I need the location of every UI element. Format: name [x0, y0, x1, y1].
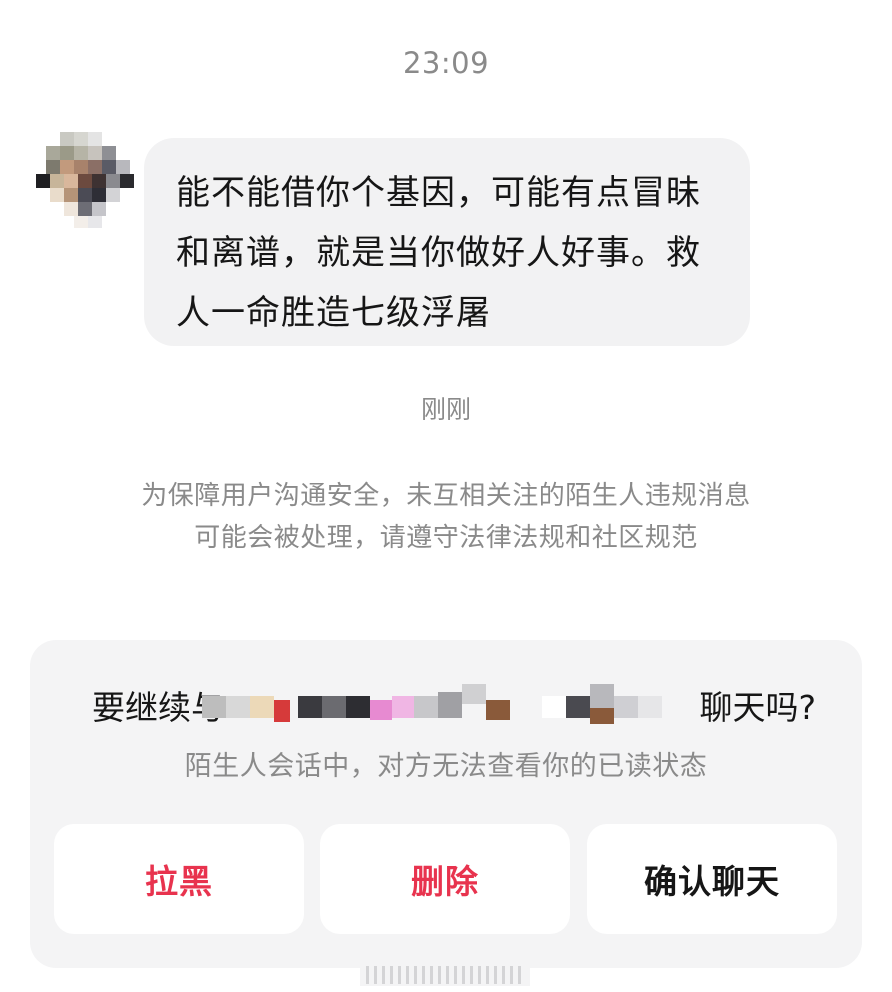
- panel-title-suffix: 聊天吗?: [699, 688, 816, 727]
- confirm-chat-button[interactable]: 确认聊天: [587, 824, 837, 934]
- message-text: 能不能借你个基因，可能有点冒昧和离谱，就是当你做好人好事。救人一命胜造七级浮屠: [176, 173, 701, 333]
- message-time-label: 刚刚: [420, 395, 471, 424]
- stranger-chat-panel: 要继续与 聊天吗? 陌生人会话中，对方无法查看你的已读状态 拉黑 删除 确认聊天: [30, 640, 862, 968]
- watermark-icon: [360, 964, 530, 986]
- message-bubble[interactable]: 能不能借你个基因，可能有点冒昧和离谱，就是当你做好人好事。救人一命胜造七级浮屠: [144, 138, 750, 346]
- delete-button[interactable]: 删除: [320, 824, 570, 934]
- sender-avatar[interactable]: [34, 130, 138, 234]
- blurred-avatar-icon: [34, 130, 138, 234]
- panel-subtitle: 陌生人会话中，对方无法查看你的已读状态: [184, 751, 708, 782]
- conversation-timestamp: 23:09: [402, 46, 490, 80]
- safety-notice: 为保障用户沟通安全，未互相关注的陌生人违规消息可能会被处理，请遵守法律法规和社区…: [141, 481, 751, 553]
- redacted-username-mosaic: [202, 684, 662, 724]
- panel-title: 要继续与 聊天吗?: [92, 682, 816, 734]
- block-button[interactable]: 拉黑: [54, 824, 304, 934]
